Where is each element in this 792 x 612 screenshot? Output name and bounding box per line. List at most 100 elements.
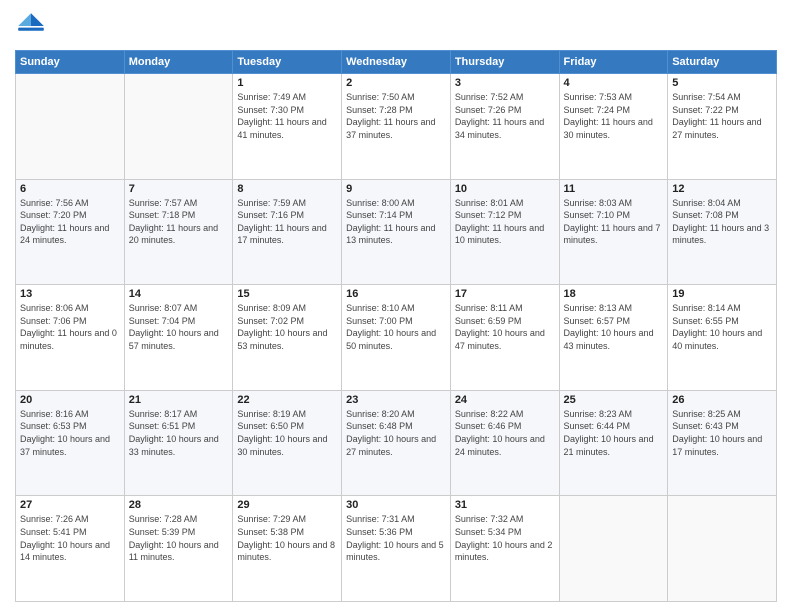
day-info: Sunrise: 8:19 AMSunset: 6:50 PMDaylight:… bbox=[237, 408, 337, 458]
day-header-friday: Friday bbox=[559, 51, 668, 74]
day-info: Sunrise: 8:01 AMSunset: 7:12 PMDaylight:… bbox=[455, 197, 555, 247]
day-header-monday: Monday bbox=[124, 51, 233, 74]
day-number: 26 bbox=[672, 394, 772, 406]
day-number: 5 bbox=[672, 77, 772, 89]
calendar-cell: 1 Sunrise: 7:49 AMSunset: 7:30 PMDaylight… bbox=[233, 74, 342, 180]
calendar-week-2: 6Sunrise: 7:56 AMSunset: 7:20 PMDaylight… bbox=[16, 179, 777, 285]
day-number: 31 bbox=[455, 499, 555, 511]
logo bbox=[15, 10, 51, 42]
day-info: Sunrise: 8:23 AMSunset: 6:44 PMDaylight:… bbox=[564, 408, 664, 458]
calendar-cell: 12 Sunrise: 8:04 AMSunset: 7:08 PMDayligh… bbox=[668, 179, 777, 285]
day-header-saturday: Saturday bbox=[668, 51, 777, 74]
day-number: 18 bbox=[564, 288, 664, 300]
day-number: 12 bbox=[672, 183, 772, 195]
calendar-header-row: SundayMondayTuesdayWednesdayThursdayFrid… bbox=[16, 51, 777, 74]
day-info: Sunrise: 7:59 AMSunset: 7:16 PMDaylight:… bbox=[237, 197, 337, 247]
day-number: 11 bbox=[564, 183, 664, 195]
calendar-cell: 21 Sunrise: 8:17 AMSunset: 6:51 PMDayligh… bbox=[124, 390, 233, 496]
calendar-cell: 15 Sunrise: 8:09 AMSunset: 7:02 PMDayligh… bbox=[233, 285, 342, 391]
day-info: Sunrise: 7:32 AMSunset: 5:34 PMDaylight:… bbox=[455, 513, 555, 563]
calendar-cell: 24 Sunrise: 8:22 AMSunset: 6:46 PMDayligh… bbox=[450, 390, 559, 496]
header bbox=[15, 10, 777, 42]
day-number: 14 bbox=[129, 288, 229, 300]
calendar-cell bbox=[559, 496, 668, 602]
day-info: Sunrise: 7:57 AMSunset: 7:18 PMDaylight:… bbox=[129, 197, 229, 247]
day-number: 21 bbox=[129, 394, 229, 406]
day-header-sunday: Sunday bbox=[16, 51, 125, 74]
day-info: Sunrise: 7:31 AMSunset: 5:36 PMDaylight:… bbox=[346, 513, 446, 563]
calendar-week-5: 27Sunrise: 7:26 AMSunset: 5:41 PMDayligh… bbox=[16, 496, 777, 602]
day-info: Sunrise: 8:07 AMSunset: 7:04 PMDaylight:… bbox=[129, 302, 229, 352]
calendar-cell: 7 Sunrise: 7:57 AMSunset: 7:18 PMDaylight… bbox=[124, 179, 233, 285]
day-info: Sunrise: 8:20 AMSunset: 6:48 PMDaylight:… bbox=[346, 408, 446, 458]
day-info: Sunrise: 7:28 AMSunset: 5:39 PMDaylight:… bbox=[129, 513, 229, 563]
day-number: 3 bbox=[455, 77, 555, 89]
day-number: 7 bbox=[129, 183, 229, 195]
calendar-cell: 30 Sunrise: 7:31 AMSunset: 5:36 PMDayligh… bbox=[342, 496, 451, 602]
calendar-cell bbox=[668, 496, 777, 602]
calendar-cell: 31 Sunrise: 7:32 AMSunset: 5:34 PMDayligh… bbox=[450, 496, 559, 602]
day-number: 17 bbox=[455, 288, 555, 300]
calendar-cell: 10Sunrise: 8:01 AMSunset: 7:12 PMDayligh… bbox=[450, 179, 559, 285]
page: SundayMondayTuesdayWednesdayThursdayFrid… bbox=[0, 0, 792, 612]
day-number: 28 bbox=[129, 499, 229, 511]
day-info: Sunrise: 8:16 AMSunset: 6:53 PMDaylight:… bbox=[20, 408, 120, 458]
calendar-cell bbox=[16, 74, 125, 180]
day-info: Sunrise: 8:04 AMSunset: 7:08 PMDaylight:… bbox=[672, 197, 772, 247]
day-number: 19 bbox=[672, 288, 772, 300]
calendar-cell: 17 Sunrise: 8:11 AMSunset: 6:59 PMDayligh… bbox=[450, 285, 559, 391]
calendar-cell: 16 Sunrise: 8:10 AMSunset: 7:00 PMDayligh… bbox=[342, 285, 451, 391]
calendar-cell: 4Sunrise: 7:53 AMSunset: 7:24 PMDaylight… bbox=[559, 74, 668, 180]
day-info: Sunrise: 8:09 AMSunset: 7:02 PMDaylight:… bbox=[237, 302, 337, 352]
day-number: 20 bbox=[20, 394, 120, 406]
day-info: Sunrise: 7:50 AMSunset: 7:28 PMDaylight:… bbox=[346, 91, 446, 141]
day-info: Sunrise: 8:14 AMSunset: 6:55 PMDaylight:… bbox=[672, 302, 772, 352]
calendar-cell: 25Sunrise: 8:23 AMSunset: 6:44 PMDayligh… bbox=[559, 390, 668, 496]
day-number: 23 bbox=[346, 394, 446, 406]
day-info: Sunrise: 8:00 AMSunset: 7:14 PMDaylight:… bbox=[346, 197, 446, 247]
calendar-cell: 27Sunrise: 7:26 AMSunset: 5:41 PMDayligh… bbox=[16, 496, 125, 602]
day-info: Sunrise: 7:52 AMSunset: 7:26 PMDaylight:… bbox=[455, 91, 555, 141]
day-info: Sunrise: 7:26 AMSunset: 5:41 PMDaylight:… bbox=[20, 513, 120, 563]
day-number: 22 bbox=[237, 394, 337, 406]
day-info: Sunrise: 8:11 AMSunset: 6:59 PMDaylight:… bbox=[455, 302, 555, 352]
calendar-cell: 23 Sunrise: 8:20 AMSunset: 6:48 PMDayligh… bbox=[342, 390, 451, 496]
logo-icon bbox=[15, 10, 47, 42]
calendar-cell: 18Sunrise: 8:13 AMSunset: 6:57 PMDayligh… bbox=[559, 285, 668, 391]
day-info: Sunrise: 8:10 AMSunset: 7:00 PMDaylight:… bbox=[346, 302, 446, 352]
day-info: Sunrise: 8:22 AMSunset: 6:46 PMDaylight:… bbox=[455, 408, 555, 458]
day-number: 1 bbox=[237, 77, 337, 89]
calendar-cell: 8 Sunrise: 7:59 AMSunset: 7:16 PMDaylight… bbox=[233, 179, 342, 285]
day-number: 6 bbox=[20, 183, 120, 195]
calendar-week-3: 13Sunrise: 8:06 AMSunset: 7:06 PMDayligh… bbox=[16, 285, 777, 391]
calendar-cell: 20 Sunrise: 8:16 AMSunset: 6:53 PMDayligh… bbox=[16, 390, 125, 496]
calendar-cell bbox=[124, 74, 233, 180]
calendar-cell: 6Sunrise: 7:56 AMSunset: 7:20 PMDaylight… bbox=[16, 179, 125, 285]
day-info: Sunrise: 8:03 AMSunset: 7:10 PMDaylight:… bbox=[564, 197, 664, 247]
day-info: Sunrise: 7:29 AMSunset: 5:38 PMDaylight:… bbox=[237, 513, 337, 563]
day-info: Sunrise: 8:25 AMSunset: 6:43 PMDaylight:… bbox=[672, 408, 772, 458]
calendar-cell: 22 Sunrise: 8:19 AMSunset: 6:50 PMDayligh… bbox=[233, 390, 342, 496]
day-number: 13 bbox=[20, 288, 120, 300]
calendar-week-1: 1 Sunrise: 7:49 AMSunset: 7:30 PMDaylight… bbox=[16, 74, 777, 180]
day-number: 2 bbox=[346, 77, 446, 89]
day-number: 9 bbox=[346, 183, 446, 195]
day-number: 24 bbox=[455, 394, 555, 406]
day-header-tuesday: Tuesday bbox=[233, 51, 342, 74]
day-number: 30 bbox=[346, 499, 446, 511]
calendar-cell: 9 Sunrise: 8:00 AMSunset: 7:14 PMDaylight… bbox=[342, 179, 451, 285]
day-number: 16 bbox=[346, 288, 446, 300]
day-header-thursday: Thursday bbox=[450, 51, 559, 74]
day-info: Sunrise: 8:17 AMSunset: 6:51 PMDaylight:… bbox=[129, 408, 229, 458]
day-header-wednesday: Wednesday bbox=[342, 51, 451, 74]
calendar-cell: 11 Sunrise: 8:03 AMSunset: 7:10 PMDayligh… bbox=[559, 179, 668, 285]
day-number: 15 bbox=[237, 288, 337, 300]
day-info: Sunrise: 7:53 AMSunset: 7:24 PMDaylight:… bbox=[564, 91, 664, 141]
calendar-cell: 26 Sunrise: 8:25 AMSunset: 6:43 PMDayligh… bbox=[668, 390, 777, 496]
day-number: 29 bbox=[237, 499, 337, 511]
calendar-week-4: 20 Sunrise: 8:16 AMSunset: 6:53 PMDayligh… bbox=[16, 390, 777, 496]
calendar-table: SundayMondayTuesdayWednesdayThursdayFrid… bbox=[15, 50, 777, 602]
day-info: Sunrise: 7:49 AMSunset: 7:30 PMDaylight:… bbox=[237, 91, 337, 141]
calendar-cell: 2 Sunrise: 7:50 AMSunset: 7:28 PMDaylight… bbox=[342, 74, 451, 180]
day-number: 8 bbox=[237, 183, 337, 195]
